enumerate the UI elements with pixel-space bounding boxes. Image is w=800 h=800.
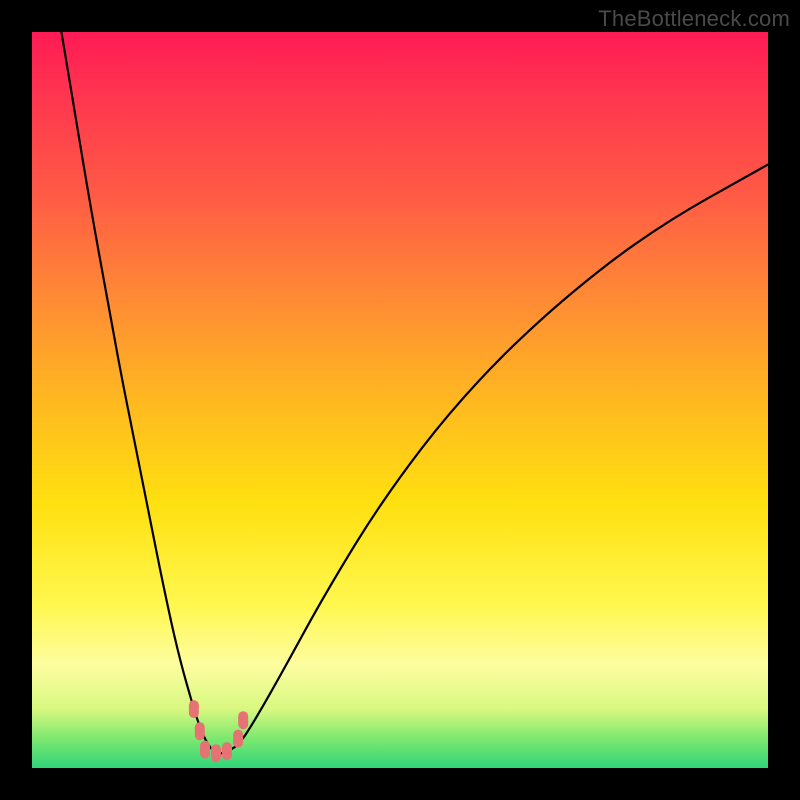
trough-marker <box>222 742 232 760</box>
trough-markers <box>189 700 248 762</box>
trough-marker <box>189 700 199 718</box>
trough-marker <box>233 730 243 748</box>
bottleneck-curve-svg <box>32 32 768 768</box>
trough-marker <box>211 744 221 762</box>
bottleneck-curve <box>61 32 768 753</box>
trough-marker <box>238 711 248 729</box>
trough-marker <box>195 722 205 740</box>
trough-marker <box>200 741 210 759</box>
chart-frame: TheBottleneck.com <box>0 0 800 800</box>
watermark-text: TheBottleneck.com <box>598 6 790 32</box>
plot-area <box>32 32 768 768</box>
